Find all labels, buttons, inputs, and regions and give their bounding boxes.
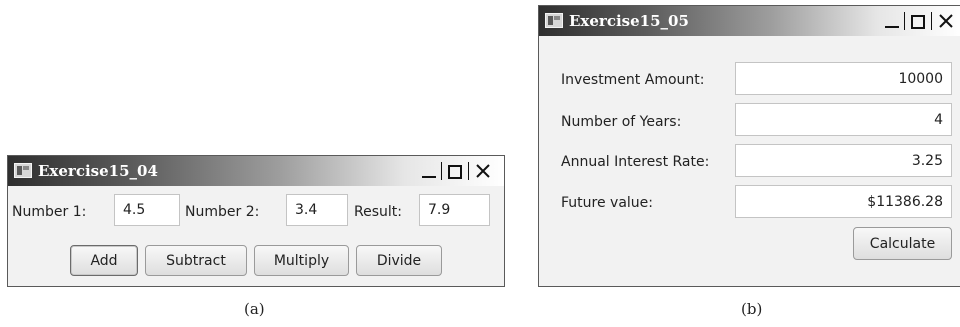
divide-button[interactable]: Divide [356, 245, 442, 276]
result-field[interactable]: 7.9 [419, 194, 490, 226]
number2-field[interactable]: 3.4 [286, 194, 348, 226]
multiply-button[interactable]: Multiply [254, 245, 349, 276]
close-icon[interactable] [472, 161, 494, 181]
app-icon [14, 163, 32, 178]
window-title: Exercise15_05 [569, 12, 689, 30]
number2-label: Number 2: [185, 204, 260, 220]
caption-b: (b) [741, 300, 763, 318]
number1-label: Number 1: [12, 204, 87, 220]
annual-interest-rate-field[interactable]: 3.25 [735, 144, 952, 177]
investment-amount-label: Investment Amount: [561, 72, 705, 88]
number-of-years-field[interactable]: 4 [735, 103, 952, 136]
caption-a: (a) [244, 300, 265, 318]
title-bar[interactable]: Exercise15_05 [539, 6, 960, 36]
number1-field[interactable]: 4.5 [114, 194, 180, 226]
subtract-button[interactable]: Subtract [145, 245, 247, 276]
close-icon[interactable] [935, 11, 957, 31]
window-title: Exercise15_04 [38, 162, 158, 180]
result-label: Result: [354, 204, 402, 220]
app-icon [545, 13, 563, 28]
minimize-icon[interactable] [418, 161, 440, 181]
title-bar[interactable]: Exercise15_04 [8, 156, 504, 186]
maximize-icon[interactable] [444, 161, 466, 181]
number-of-years-label: Number of Years: [561, 114, 682, 130]
future-value-label: Future value: [561, 195, 653, 211]
maximize-icon[interactable] [907, 11, 929, 31]
annual-interest-rate-label: Annual Interest Rate: [561, 154, 710, 170]
minimize-icon[interactable] [881, 11, 903, 31]
window-exercise15-05: Exercise15_05 Investment Amount: 10000 N… [538, 5, 960, 287]
calculate-button[interactable]: Calculate [853, 227, 952, 260]
window-exercise15-04: Exercise15_04 Number 1: 4.5 Number 2: 3.… [7, 155, 505, 287]
add-button[interactable]: Add [70, 245, 138, 276]
investment-amount-field[interactable]: 10000 [735, 62, 952, 95]
future-value-field[interactable]: $11386.28 [735, 185, 952, 218]
